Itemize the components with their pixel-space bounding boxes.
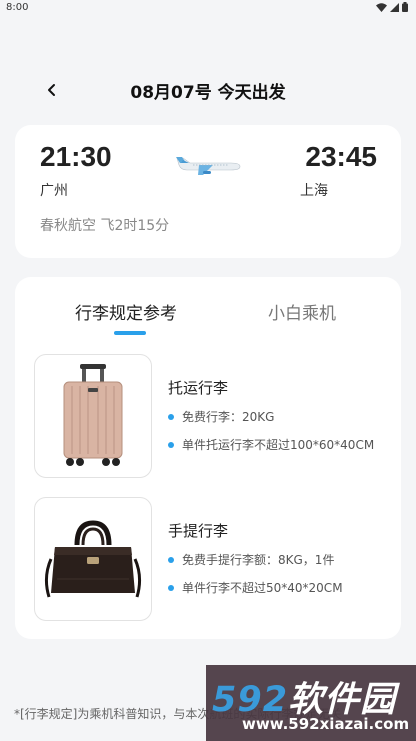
bullet-text: 免费手提行李额：8KG，1件 — [182, 553, 335, 567]
status-bar: 8:00 — [0, 0, 416, 16]
bullet-dot — [168, 413, 174, 420]
bullet-text: 单件托运行李不超过100*60*40CM — [182, 438, 375, 452]
signal-icon — [390, 2, 399, 12]
bullet-text: 免费行李：20KG — [182, 410, 275, 424]
departure-time: 21:30 — [40, 141, 112, 172]
handbag-image — [44, 520, 142, 598]
arrival-time: 23:45 — [305, 141, 377, 172]
airplane-icon — [176, 157, 241, 175]
tab-luggage-rules[interactable]: 行李规定参考 — [75, 299, 177, 324]
bullet-dot — [168, 556, 174, 563]
checked-luggage-title: 托运行李 — [168, 379, 229, 397]
departure-city: 广州 — [40, 183, 68, 199]
tab-beginner-guide[interactable]: 小白乘机 — [268, 299, 336, 324]
suitcase-image — [63, 364, 123, 466]
flight-info-card: 21:30 广州 23:45 上海 春秋航空 飞2时15分 — [15, 125, 401, 258]
bullet-dot — [168, 441, 174, 448]
wifi-icon — [376, 2, 387, 12]
carry-on-luggage-title: 手提行李 — [168, 522, 229, 540]
page-title: 08月07号 今天出发 — [130, 83, 286, 103]
list-item: 单件行李不超过50*40*20CM — [168, 579, 343, 596]
status-time: 8:00 — [6, 2, 29, 13]
list-item: 免费手提行李额：8KG，1件 — [168, 551, 334, 568]
watermark-text: 软件园 — [288, 680, 397, 720]
bullet-text: 单件行李不超过50*40*20CM — [182, 581, 343, 595]
list-item: 单件托运行李不超过100*60*40CM — [168, 436, 374, 453]
airline-duration: 春秋航空 飞2时15分 — [40, 218, 170, 234]
watermark-number: 592 — [212, 680, 289, 720]
watermark-overlay: 592软件园 www.592xiazai.com — [206, 665, 416, 741]
arrival-city: 上海 — [300, 183, 328, 199]
luggage-rules-card: 行李规定参考 小白乘机 托运行李 免费行李：20KG 单件托运行李不超过100*… — [15, 277, 401, 639]
active-tab-indicator — [114, 331, 146, 335]
checked-luggage-image — [34, 354, 152, 478]
bullet-dot — [168, 584, 174, 591]
carry-on-luggage-image — [34, 497, 152, 621]
list-item: 免费行李：20KG — [168, 408, 274, 425]
battery-icon — [402, 2, 408, 12]
status-icons — [376, 2, 408, 12]
watermark-url: www.592xiazai.com — [242, 715, 410, 733]
page-header: 08月07号 今天出发 — [0, 72, 416, 108]
